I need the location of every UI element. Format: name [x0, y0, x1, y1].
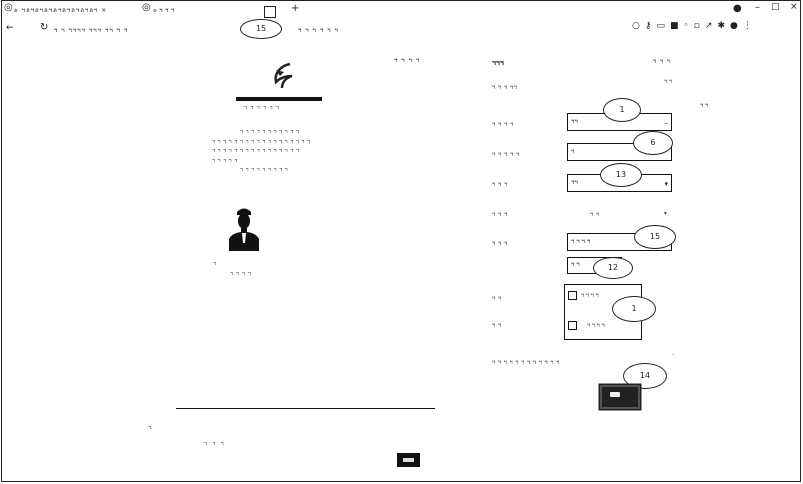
form-heading-right: ฯ ฯ ฯ	[653, 59, 671, 65]
minimize-button[interactable]: –	[755, 2, 760, 13]
select1-label: ฯ ฯ ฯ ฯ	[492, 122, 514, 128]
row0-value: ฯ ฯ	[664, 79, 672, 85]
tab2-title[interactable]: ๏ ฯ ฯ ฯ	[153, 5, 175, 15]
caption-text: ฯ ฯ ฯ ฯ	[230, 271, 252, 277]
star-icon[interactable]: ✱	[717, 21, 730, 31]
row0-note: ฯ ฯ	[700, 103, 708, 109]
select3-label: ฯ ฯ ฯ	[492, 241, 508, 247]
small-input-value: ฯ ฯ	[571, 261, 580, 268]
annotation-bubble: 12	[593, 257, 633, 279]
check-group-label: ฯ ฯ	[492, 296, 502, 302]
caption-mark: ฯ	[213, 261, 216, 267]
checkbox-2-label: ฯ ฯ ฯ ฯ	[587, 323, 605, 329]
reload-icon[interactable]: ↻	[40, 22, 48, 33]
submit-glyph-icon	[610, 392, 620, 397]
select2-label: ฯ ฯ ฯ	[492, 182, 508, 188]
new-tab-button[interactable]: +	[291, 3, 299, 14]
maximize-button[interactable]: □	[771, 2, 780, 12]
form-heading: ฯฯฯ	[492, 59, 504, 67]
screenshot-icon[interactable]: ▭	[656, 21, 670, 31]
doc-line: ฯ ฯ ฯ ฯ ฯ ฯ ฯ ฯ ฯ ฯ ฯ	[240, 129, 300, 135]
doc-corner-text: ฯ ฯ ฯ ฯ	[394, 57, 421, 64]
annotation-bubble: 15	[240, 19, 282, 39]
consent-mark: ¯	[672, 354, 675, 360]
annotation-bubble: 15	[634, 225, 676, 249]
annotation-bubble: 1	[603, 98, 641, 122]
input-label: ฯ ฯ ฯ ฯ ฯ	[492, 152, 520, 158]
org-subtitle: ฯ ฯ ฯ ฯ ฯ ฯ	[244, 105, 280, 111]
doc-line: ฯ ฯ ฯ ฯ ฯ ฯ ฯ ฯ ฯ	[240, 167, 289, 173]
org-name-bar	[236, 97, 322, 101]
key-icon[interactable]: ⚷	[645, 21, 657, 31]
person-photo	[228, 205, 260, 251]
favicon-icon: ◎	[4, 2, 13, 13]
checkbox-2[interactable]	[568, 321, 577, 330]
menu-icon[interactable]: ⋮	[743, 21, 757, 31]
consent-text: ฯ ฯ ฯ ฯ ฯ ฯ ฯ ฯ ฯ ฯ ฯ ฯ	[492, 360, 560, 366]
tab-title[interactable]: ๏ ฯลฯลฯลฯลฯลฯลฯลฯลฯ ×	[14, 5, 107, 15]
bookmark-icon[interactable]: ▫	[694, 21, 705, 31]
search-icon[interactable]: ○	[632, 21, 645, 31]
doc-line: ฯ ฯ ฯ ฯ ฯ ฯ ฯ ฯ ฯ ฯ ฯ ฯ ฯ ฯ ฯ ฯ ฯ ฯ	[212, 138, 311, 145]
doc-action-button[interactable]	[397, 453, 420, 467]
footer-text: ฯ ฯ ฯ	[204, 441, 226, 447]
submit-button[interactable]	[600, 385, 640, 409]
back-arrow-icon[interactable]: ←	[6, 23, 14, 33]
select1-value: ฯฯ	[571, 118, 578, 125]
tab-box[interactable]	[264, 6, 276, 18]
text-input-value: ฯ	[571, 148, 575, 155]
checkbox-1[interactable]	[568, 291, 577, 300]
chevron-down-icon: ▾	[664, 180, 668, 188]
share-icon[interactable]: ↗	[705, 21, 718, 31]
annotation-bubble: 13	[600, 163, 642, 187]
close-button[interactable]: ×	[790, 2, 798, 12]
signature-line	[176, 408, 435, 409]
plain-caret-icon: ▾	[664, 211, 667, 217]
annotation-bubble: 1	[612, 296, 656, 322]
doc-line: ฯ ฯ ฯ ฯ ฯ	[212, 157, 238, 164]
profile-icon[interactable]: ●	[733, 3, 742, 14]
doc-paragraph: ฯ ฯ ฯ ฯ ฯ ฯ ฯ ฯ ฯ ฯ ฯ ฯ ฯ ฯ ฯ ฯ ฯ ฯ ฯ ฯ …	[212, 128, 311, 176]
favicon2-icon: ◎	[142, 2, 151, 13]
chevron-down-icon: –	[664, 119, 669, 127]
select3-value: ฯ ฯ ฯ ฯ	[571, 238, 591, 245]
browser-window	[1, 0, 801, 482]
select2-value: ฯฯ	[571, 179, 578, 186]
plain-value: ฯ ฯ	[590, 212, 600, 218]
profile-avatar-icon[interactable]: ●	[730, 21, 743, 31]
org-logo-icon	[270, 62, 296, 92]
zoom-icon[interactable]: ◦	[683, 21, 693, 31]
button-glyph-icon	[403, 458, 414, 462]
row0-label: ฯ ฯ ฯ ฯฯ	[492, 85, 518, 91]
address-bar[interactable]: ฯ ฯ ฯฯฯฯ ฯฯฯ ฯฯ ฯ ฯ	[54, 25, 128, 35]
footer-mark: ฯ.	[148, 425, 153, 431]
checkbox-1-label: ฯ ฯ ฯ ฯ	[581, 293, 599, 299]
plain-label: ฯ ฯ ฯ	[492, 212, 508, 218]
check-group2-label: ฯ ฯ	[492, 323, 502, 329]
address-bar-suffix: ฯ ฯ ฯ ฯ ฯ ฯ	[298, 27, 339, 34]
doc-line: ฯ ฯ ฯ ฯ ฯ ฯ ฯ ฯ ฯ ฯ ฯ ฯ ฯ ฯ ฯ ฯ	[212, 148, 300, 154]
annotation-bubble: 6	[633, 131, 673, 155]
extension-icon[interactable]: ■	[670, 21, 684, 31]
